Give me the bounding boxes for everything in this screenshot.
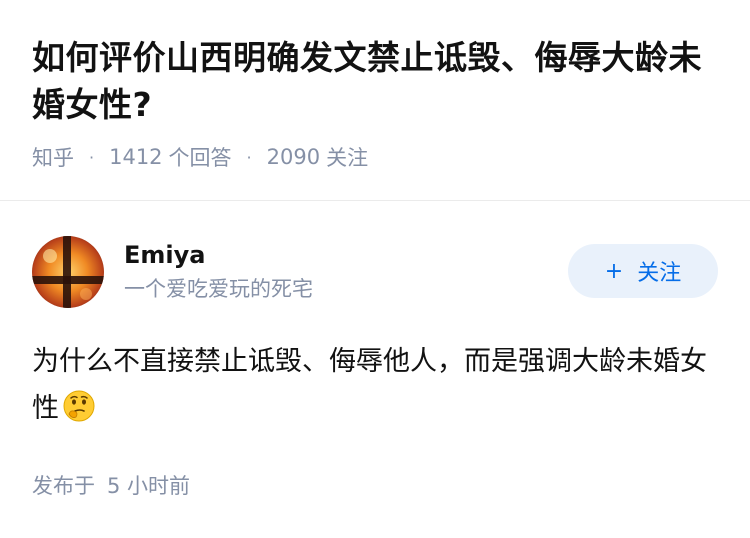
- author-row: Emiya 一个爱吃爱玩的死宅 + 关注: [32, 234, 718, 310]
- author-info: Emiya 一个爱吃爱玩的死宅: [124, 240, 313, 304]
- source-label[interactable]: 知乎: [32, 142, 74, 172]
- question-header: 如何评价山西明确发文禁止诋毁、侮辱大龄未婚女性? 知乎 · 1412 个回答 ·…: [0, 0, 750, 172]
- answer-timestamp: 发布于 5 小时前: [32, 470, 718, 500]
- meta-separator: ·: [246, 147, 252, 167]
- question-meta: 知乎 · 1412 个回答 · 2090 关注: [32, 142, 718, 172]
- followers-label: 关注: [326, 146, 369, 170]
- meta-separator: ·: [89, 147, 95, 167]
- answer-content[interactable]: 为什么不直接禁止诋毁、侮辱他人，而是强调大龄未婚女性: [32, 338, 718, 432]
- answer-card: Emiya 一个爱吃爱玩的死宅 + 关注 为什么不直接禁止诋毁、侮辱他人，而是强…: [32, 234, 718, 500]
- author-name[interactable]: Emiya: [124, 240, 313, 270]
- section-divider: [0, 200, 750, 201]
- question-title[interactable]: 如何评价山西明确发文禁止诋毁、侮辱大龄未婚女性?: [32, 34, 718, 128]
- answers-label: 个回答: [168, 146, 232, 170]
- follow-button-label: 关注: [637, 261, 682, 286]
- answer-text: 为什么不直接禁止诋毁、侮辱他人，而是强调大龄未婚女性: [32, 346, 707, 424]
- avatar-fire-window-icon[interactable]: [32, 236, 104, 308]
- plus-icon: +: [604, 258, 624, 284]
- time-value: 5 小时前: [107, 474, 191, 498]
- author-bio: 一个爱吃爱玩的死宅: [124, 277, 313, 301]
- thinking-face-icon: [63, 390, 95, 422]
- follow-button[interactable]: + 关注: [568, 244, 718, 298]
- followers-count: 2090: [266, 145, 321, 169]
- answers-count: 1412: [109, 145, 163, 169]
- time-prefix: 发布于: [32, 474, 95, 498]
